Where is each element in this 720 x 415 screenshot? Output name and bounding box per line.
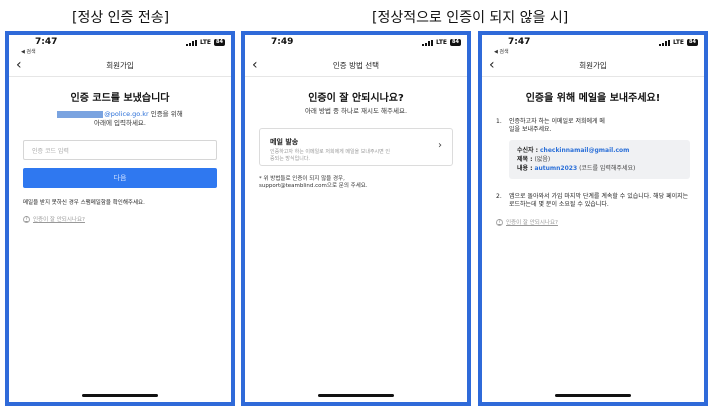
nav-title: 회원가입	[106, 61, 134, 70]
status-bar: 7:47 ◀ 검색 LTE 84	[9, 35, 231, 55]
status-bar: 7:49 LTE 84	[245, 35, 467, 55]
sent-to-description-line2: 아래에 입력하세요.	[94, 119, 146, 127]
email-details-box: 수신자 : checkinnamail@gmail.com 제목 : (없음) …	[509, 140, 690, 179]
email-domain: @police.go.kr	[104, 110, 149, 118]
network-label: LTE	[436, 39, 448, 46]
help-link[interactable]: ? 인증이 잘 안되시나요?	[23, 215, 217, 223]
home-indicator	[318, 394, 394, 397]
battery-icon: 84	[450, 39, 461, 46]
question-circle-icon: ?	[496, 218, 503, 226]
back-to-app-link[interactable]: ◀ 검색	[21, 48, 36, 55]
phone-screen-code-sent: 7:47 ◀ 검색 LTE 84 ‹ 회원가입 인증 코드를 보냈습니다 @po…	[5, 31, 235, 406]
status-time: 7:47	[35, 37, 58, 47]
help-link[interactable]: ? 인증이 잘 안되시나요?	[496, 218, 690, 226]
subject-value: (없음)	[534, 156, 551, 163]
nav-title: 인증 방법 선택	[332, 61, 380, 70]
spam-hint: 메일을 받지 못하신 경우 스팸메일함을 확인해주세요.	[23, 200, 145, 206]
step-2: 2. 앱으로 돌아와서 가입 마지막 단계를 계속할 수 있습니다. 해당 페이…	[496, 193, 689, 208]
network-label: LTE	[673, 39, 685, 46]
battery-icon: 84	[214, 39, 225, 46]
signal-icon	[422, 39, 433, 46]
status-bar: 7:47 ◀ 검색 LTE 84	[482, 35, 704, 55]
sent-to-description: @police.go.kr 인증을 위해	[23, 110, 217, 119]
home-indicator	[555, 394, 631, 397]
question-circle-icon: ?	[23, 215, 30, 223]
page-heading: 인증을 위해 메일을 보내주세요!	[525, 93, 661, 104]
card-title: 메일 발송	[270, 138, 299, 146]
support-note: * 위 방법들로 인증이 되지 않을 경우, support@teamblind…	[259, 176, 368, 189]
email-method-card[interactable]: 메일 발송 인증하고자 하는 이메일로 저희에게 메일을 보내주시면 인증되는 …	[259, 128, 453, 166]
verification-code[interactable]: autumn2023	[534, 165, 577, 172]
signal-icon	[186, 39, 197, 46]
battery-icon: 84	[687, 39, 698, 46]
phone-screen-send-email: 7:47 ◀ 검색 LTE 84 ‹ 회원가입 인증을 위해 메일을 보내주세요…	[478, 31, 708, 406]
caption-normal-verification: [정상 인증 전송]	[72, 10, 170, 26]
verification-code-input[interactable]: 인증 코드 입력	[23, 140, 217, 160]
nav-title: 회원가입	[579, 61, 607, 70]
step-1: 1. 인증하고자 하는 이메일로 저희에게 메일을 보내주세요.	[496, 118, 605, 133]
caption-verification-failed: [정상적으로 인증이 되지 않을 시]	[372, 10, 569, 26]
redacted-email	[57, 110, 104, 118]
chevron-right-icon: ›	[438, 140, 442, 151]
back-to-app-link[interactable]: ◀ 검색	[494, 48, 509, 55]
home-indicator	[82, 394, 158, 397]
signal-icon	[659, 39, 670, 46]
nav-bar: ‹ 회원가입	[482, 55, 704, 77]
status-time: 7:47	[508, 37, 531, 47]
network-label: LTE	[200, 39, 212, 46]
nav-bar: ‹ 회원가입	[9, 55, 231, 77]
phone-screen-method-select: 7:49 LTE 84 ‹ 인증 방법 선택 인증이 잘 안되시나요? 아래 방…	[241, 31, 471, 406]
nav-bar: ‹ 인증 방법 선택	[245, 55, 467, 77]
next-button[interactable]: 다음	[23, 168, 217, 188]
recipient-email[interactable]: checkinnamail@gmail.com	[540, 147, 629, 154]
page-subtitle: 아래 방법 중 하나로 재시도 해주세요.	[304, 107, 408, 115]
page-heading: 인증 코드를 보냈습니다	[70, 93, 170, 104]
status-time: 7:49	[271, 37, 294, 47]
page-heading: 인증이 잘 안되시나요?	[308, 93, 404, 104]
card-description: 인증하고자 하는 이메일로 저희에게 메일을 보내주시면 인증되는 방식입니다.	[270, 149, 390, 162]
